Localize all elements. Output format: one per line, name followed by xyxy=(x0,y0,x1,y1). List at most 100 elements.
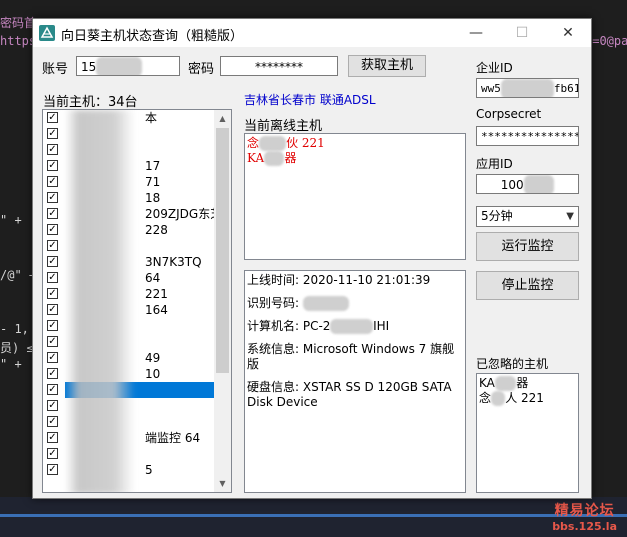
host-name: 221 xyxy=(145,287,168,301)
editor-line: 员) ≤ xyxy=(0,341,34,355)
online-time: 上线时间: 2020-11-10 21:01:39 xyxy=(247,273,431,287)
scroll-down-arrow-icon[interactable]: ▼ xyxy=(214,475,231,492)
host-list-item[interactable]: ✓ 18 xyxy=(43,190,231,206)
host-checkbox[interactable]: ✓ xyxy=(47,224,58,235)
editor-line: " + xyxy=(0,213,22,227)
host-checkbox[interactable]: ✓ xyxy=(47,384,58,395)
editor-statusbar xyxy=(0,497,627,537)
ignored-hosts-label: 已忽略的主机 xyxy=(476,357,549,371)
editor-accent-line xyxy=(0,514,627,517)
host-list-item[interactable]: ✓ 164 xyxy=(43,302,231,318)
offline-host-line: KAxxx器 xyxy=(247,151,297,166)
chevron-down-icon: ▼ xyxy=(566,211,574,222)
host-list-item[interactable]: ✓ 本 xyxy=(43,110,231,126)
corp-id-label: 企业ID xyxy=(476,61,513,75)
offline-hosts-label: 当前离线主机 xyxy=(244,119,323,134)
host-name: 209ZJDG东芝 xyxy=(145,207,223,221)
host-list-item[interactable]: ✓ 64 xyxy=(43,270,231,286)
app-icon xyxy=(39,25,55,41)
host-list-item[interactable]: ✓ 10 xyxy=(43,366,231,382)
host-checkbox[interactable]: ✓ xyxy=(47,160,58,171)
host-list[interactable]: ✓ 本 ✓ ✓ ✓ 17 ✓ 71 ✓ 18 ✓ 209ZJDG东芝 ✓ 228 ✓ ✓ 3N7K3TQ ✓ 64 ✓… xyxy=(42,109,232,493)
host-list-item[interactable]: ✓ 209ZJDG东芝 xyxy=(43,206,231,222)
maximize-button[interactable]: ☐ xyxy=(499,19,545,47)
corpsecret-field[interactable]: ********************** xyxy=(476,126,579,146)
close-button[interactable]: ✕ xyxy=(545,19,591,47)
host-list-item[interactable]: ✓ xyxy=(43,414,231,430)
host-list-item[interactable]: ✓ xyxy=(43,446,231,462)
host-checkbox[interactable]: ✓ xyxy=(47,416,58,427)
password-field[interactable]: ******** xyxy=(220,56,338,76)
host-count-label: 当前主机：34台 xyxy=(43,95,138,110)
ignored-host-line: KAxxx器 xyxy=(479,376,529,391)
host-name: 164 xyxy=(145,303,168,317)
host-checkbox[interactable]: ✓ xyxy=(47,192,58,203)
offline-hosts-box[interactable]: 念xxxx伙 221 KAxxx器 xyxy=(244,133,466,260)
location-text: 吉林省长春市 联通ADSL xyxy=(244,93,376,107)
host-checkbox[interactable]: ✓ xyxy=(47,400,58,411)
host-checkbox[interactable]: ✓ xyxy=(47,304,58,315)
editor-line: /@" + xyxy=(0,268,37,282)
host-list-item[interactable]: ✓ 17 xyxy=(43,158,231,174)
host-list-item[interactable]: ✓ xyxy=(43,334,231,350)
host-checkbox[interactable]: ✓ xyxy=(47,208,58,219)
host-checkbox[interactable]: ✓ xyxy=(47,352,58,363)
host-list-item[interactable]: ✓ xyxy=(43,318,231,334)
host-checkbox[interactable]: ✓ xyxy=(47,112,58,123)
host-checkbox[interactable]: ✓ xyxy=(47,272,58,283)
host-checkbox[interactable]: ✓ xyxy=(47,320,58,331)
account-field[interactable]: 15000000 xyxy=(76,56,180,76)
host-list-item[interactable]: ✓ xyxy=(43,142,231,158)
disk-line: 硬盘信息: XSTAR SS D 120GB SATA Disk Device xyxy=(247,380,456,409)
host-list-item[interactable]: ✓ xyxy=(43,238,231,254)
editor-line: 密码首 xyxy=(0,16,37,30)
id-line: 识别号码: 000000 xyxy=(247,296,463,311)
host-list-item[interactable]: ✓ 5 xyxy=(43,462,231,478)
fetch-hosts-button[interactable]: 获取主机 xyxy=(348,55,426,77)
host-list-item[interactable]: ✓ 221 xyxy=(43,286,231,302)
host-checkbox[interactable]: ✓ xyxy=(47,240,58,251)
host-name: 228 xyxy=(145,223,168,237)
host-checkbox[interactable]: ✓ xyxy=(47,336,58,347)
editor-line: - 1, xyxy=(0,322,29,336)
host-name: 3N7K3TQ xyxy=(145,255,202,269)
host-list-item[interactable]: ✓ 71 xyxy=(43,174,231,190)
host-list-scrollbar[interactable]: ▲ ▼ xyxy=(214,110,231,492)
host-checkbox[interactable]: ✓ xyxy=(47,128,58,139)
host-checkbox[interactable]: ✓ xyxy=(47,432,58,443)
start-monitor-button[interactable]: 运行监控 xyxy=(476,232,579,261)
host-list-item[interactable]: ✓ 228 xyxy=(43,222,231,238)
host-rows: ✓ 本 ✓ ✓ ✓ 17 ✓ 71 ✓ 18 ✓ 209ZJDG东芝 ✓ 228 ✓ ✓ 3N7K3TQ ✓ 64 ✓… xyxy=(43,110,231,478)
scroll-thumb[interactable] xyxy=(216,128,229,373)
host-checkbox[interactable]: ✓ xyxy=(47,368,58,379)
host-list-item[interactable]: ✓ 49 xyxy=(43,350,231,366)
stop-monitor-button[interactable]: 停止监控 xyxy=(476,271,579,300)
watermark-url: bbs.125.la xyxy=(552,520,617,533)
scroll-up-arrow-icon[interactable]: ▲ xyxy=(214,110,231,127)
host-checkbox[interactable]: ✓ xyxy=(47,464,58,475)
host-checkbox[interactable]: ✓ xyxy=(47,176,58,187)
interval-select[interactable]: 5分钟 ▼ xyxy=(476,206,579,227)
app-id-field[interactable]: 1000000 xyxy=(476,174,579,194)
host-list-item[interactable]: ✓ xyxy=(43,126,231,142)
host-list-item[interactable]: ✓ xyxy=(43,398,231,414)
title-bar[interactable]: 向日葵主机状态查询（粗糙版） — ☐ ✕ xyxy=(33,19,591,47)
host-list-item[interactable]: ✓ 3N7K3TQ xyxy=(43,254,231,270)
host-checkbox[interactable]: ✓ xyxy=(47,288,58,299)
watermark: 精易论坛 bbs.125.la xyxy=(552,500,617,533)
host-checkbox[interactable]: ✓ xyxy=(47,448,58,459)
host-name: 10 xyxy=(145,367,161,381)
app-window: 向日葵主机状态查询（粗糙版） — ☐ ✕ 账号 15000000 密码 ****… xyxy=(32,18,592,499)
minimize-button[interactable]: — xyxy=(453,19,499,47)
host-name: 18 xyxy=(145,191,161,205)
corp-id-field[interactable]: ww5xxxxxxxxfb61 xyxy=(476,78,579,98)
host-detail-box[interactable]: 上线时间: 2020-11-10 21:01:39 识别号码: 000000 计… xyxy=(244,270,466,493)
interval-value: 5分钟 xyxy=(481,209,513,223)
host-checkbox[interactable]: ✓ xyxy=(47,256,58,267)
host-name xyxy=(65,382,214,398)
host-list-item[interactable]: ✓ 端监控 64 xyxy=(43,430,231,446)
ignored-hosts-box[interactable]: KAxxx器 念xx人 221 xyxy=(476,373,579,493)
host-checkbox[interactable]: ✓ xyxy=(47,144,58,155)
watermark-title: 精易论坛 xyxy=(554,503,615,519)
host-list-item[interactable]: ✓ xyxy=(43,382,231,398)
